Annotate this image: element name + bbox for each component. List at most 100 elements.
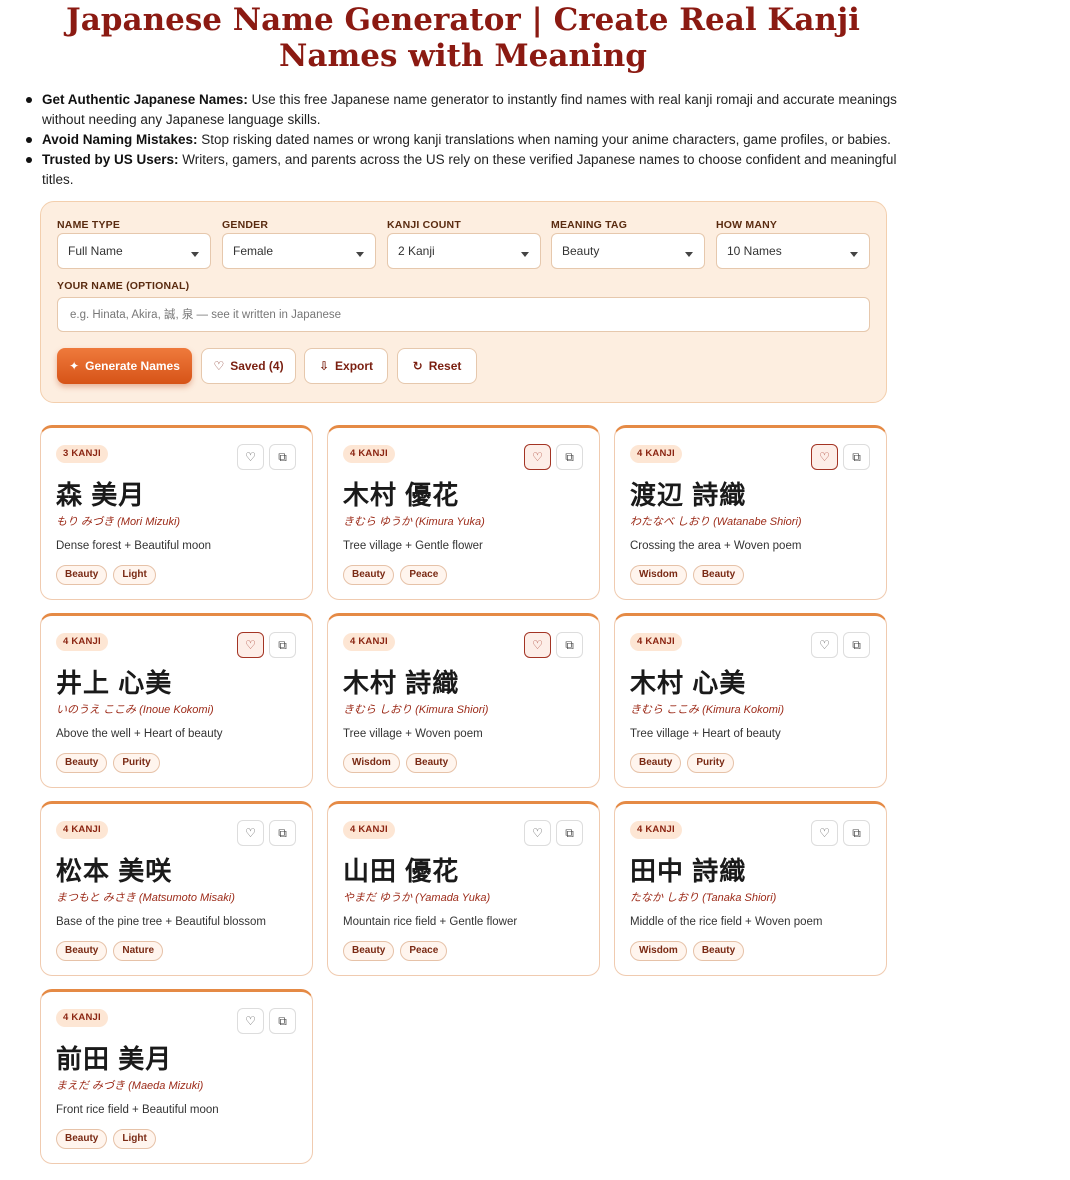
name-kanji: 田中 詩織 xyxy=(630,856,747,886)
copy-icon: ⧉ xyxy=(852,449,861,464)
heart-icon: ♡ xyxy=(819,826,830,840)
how-many-label: HOW MANY xyxy=(716,219,778,231)
save-name-button[interactable]: ♡ xyxy=(237,444,264,470)
copy-name-button[interactable]: ⧉ xyxy=(556,444,583,470)
name-result-card: 4 KANJI ♡ ⧉ 田中 詩織 たなか しおり (Tanaka Shiori) Mid… xyxy=(614,801,887,976)
generate-label: Generate Names xyxy=(85,359,180,373)
meaning-tag: Light xyxy=(113,565,156,585)
heart-icon: ♡ xyxy=(819,638,830,652)
copy-name-button[interactable]: ⧉ xyxy=(269,820,296,846)
save-name-button[interactable]: ♡ xyxy=(524,444,551,470)
heart-icon: ♡ xyxy=(245,638,256,652)
name-result-card: 4 KANJI ♡ ⧉ 木村 心美 きむら ここみ (Kimura Kokomi) Tre… xyxy=(614,613,887,788)
meaning-tag-select[interactable]: Beauty xyxy=(551,233,705,269)
meaning-tag: Beauty xyxy=(56,565,108,585)
gender-value: Female xyxy=(233,244,274,258)
name-kanji: 前田 美月 xyxy=(56,1044,173,1074)
tag-list: Beauty Peace xyxy=(343,941,448,961)
name-reading: わたなべ しおり (Watanabe Shiori) xyxy=(630,516,802,528)
name-reading: やまだ ゆうか (Yamada Yuka) xyxy=(343,892,491,904)
how-many-select[interactable]: 10 Names xyxy=(716,233,870,269)
copy-name-button[interactable]: ⧉ xyxy=(843,820,870,846)
save-name-button[interactable]: ♡ xyxy=(237,1008,264,1034)
copy-icon: ⧉ xyxy=(565,449,574,464)
bullet-lead: Trusted by US Users: xyxy=(42,152,179,167)
save-name-button[interactable]: ♡ xyxy=(811,444,838,470)
intro-bullets: Get Authentic Japanese Names: Use this f… xyxy=(22,90,922,190)
download-icon: ⇩ xyxy=(318,359,330,373)
copy-name-button[interactable]: ⧉ xyxy=(843,444,870,470)
meaning-tag: Beauty xyxy=(630,753,682,773)
gender-select[interactable]: Female xyxy=(222,233,376,269)
copy-icon: ⧉ xyxy=(565,825,574,840)
name-kanji: 木村 優花 xyxy=(343,480,460,510)
copy-name-button[interactable]: ⧉ xyxy=(269,1008,296,1034)
sparkle-icon: ✦ xyxy=(69,359,80,373)
save-name-button[interactable]: ♡ xyxy=(811,632,838,658)
export-button[interactable]: ⇩ Export xyxy=(304,348,388,384)
name-result-card: 3 KANJI ♡ ⧉ 森 美月 もり みづき (Mori Mizuki) Dense f… xyxy=(40,425,313,600)
name-meaning: Base of the pine tree + Beautiful blosso… xyxy=(56,916,267,928)
meaning-tag: Wisdom xyxy=(343,753,400,773)
tag-list: Wisdom Beauty xyxy=(343,753,458,773)
your-name-input[interactable] xyxy=(57,297,870,332)
meaning-tag: Beauty xyxy=(56,753,108,773)
name-result-card: 4 KANJI ♡ ⧉ 渡辺 詩織 わたなべ しおり (Watanabe Shiori)… xyxy=(614,425,887,600)
tag-list: Wisdom Beauty xyxy=(630,565,745,585)
copy-name-button[interactable]: ⧉ xyxy=(269,632,296,658)
generate-names-button[interactable]: ✦ Generate Names xyxy=(57,348,192,384)
name-reading: きむら ゆうか (Kimura Yuka) xyxy=(343,516,485,528)
name-type-label: NAME TYPE xyxy=(57,219,121,231)
bullet-item: Avoid Naming Mistakes: Stop risking date… xyxy=(22,130,922,150)
kanji-count-badge: 4 KANJI xyxy=(56,821,108,839)
save-name-button[interactable]: ♡ xyxy=(524,820,551,846)
name-kanji: 木村 心美 xyxy=(630,668,747,698)
meaning-tag: Beauty xyxy=(343,941,395,961)
copy-icon: ⧉ xyxy=(278,449,287,464)
name-result-card: 4 KANJI ♡ ⧉ 松本 美咲 まつもと みさき (Matsumoto Misaki… xyxy=(40,801,313,976)
copy-icon: ⧉ xyxy=(278,1013,287,1028)
name-result-card: 4 KANJI ♡ ⧉ 木村 詩織 きむら しおり (Kimura Shiori) Tre… xyxy=(327,613,600,788)
meaning-tag: Beauty xyxy=(692,565,745,585)
save-name-button[interactable]: ♡ xyxy=(237,820,264,846)
meaning-tag: Peace xyxy=(400,941,448,961)
save-name-button[interactable]: ♡ xyxy=(811,820,838,846)
name-meaning: Tree village + Gentle flower xyxy=(343,540,483,552)
save-name-button[interactable]: ♡ xyxy=(524,632,551,658)
name-reading: きむら ここみ (Kimura Kokomi) xyxy=(630,704,785,716)
meaning-tag: Light xyxy=(113,1129,156,1149)
heart-icon: ♡ xyxy=(245,826,256,840)
name-type-select[interactable]: Full Name xyxy=(57,233,211,269)
gender-label: GENDER xyxy=(222,219,269,231)
copy-name-button[interactable]: ⧉ xyxy=(556,632,583,658)
copy-name-button[interactable]: ⧉ xyxy=(269,444,296,470)
name-reading: もり みづき (Mori Mizuki) xyxy=(56,516,181,528)
meaning-tag: Wisdom xyxy=(630,941,687,961)
name-result-card: 4 KANJI ♡ ⧉ 山田 優花 やまだ ゆうか (Yamada Yuka) Mount… xyxy=(327,801,600,976)
copy-icon: ⧉ xyxy=(852,637,861,652)
chevron-down-icon xyxy=(191,252,199,257)
kanji-count-badge: 4 KANJI xyxy=(56,633,108,651)
bullet-text: Stop risking dated names or wrong kanji … xyxy=(197,132,891,147)
tag-list: Wisdom Beauty xyxy=(630,941,745,961)
chevron-down-icon xyxy=(685,252,693,257)
heart-icon: ♡ xyxy=(532,450,543,464)
heart-icon: ♡ xyxy=(245,1014,256,1028)
kanji-count-badge: 4 KANJI xyxy=(343,633,395,651)
name-meaning: Tree village + Heart of beauty xyxy=(630,728,781,740)
chevron-down-icon xyxy=(521,252,529,257)
meaning-tag: Peace xyxy=(400,565,448,585)
saved-button[interactable]: ♡ Saved (4) xyxy=(201,348,296,384)
save-name-button[interactable]: ♡ xyxy=(237,632,264,658)
meaning-tag-label: MEANING TAG xyxy=(551,219,628,231)
heart-icon: ♡ xyxy=(532,826,543,840)
copy-name-button[interactable]: ⧉ xyxy=(556,820,583,846)
copy-name-button[interactable]: ⧉ xyxy=(843,632,870,658)
name-meaning: Tree village + Woven poem xyxy=(343,728,483,740)
name-meaning: Front rice field + Beautiful moon xyxy=(56,1104,219,1116)
reset-button[interactable]: ↻ Reset xyxy=(397,348,477,384)
name-result-card: 4 KANJI ♡ ⧉ 井上 心美 いのうえ ここみ (Inoue Kokomi) Abo… xyxy=(40,613,313,788)
copy-icon: ⧉ xyxy=(852,825,861,840)
kanji-count-select[interactable]: 2 Kanji xyxy=(387,233,541,269)
name-reading: きむら しおり (Kimura Shiori) xyxy=(343,704,489,716)
